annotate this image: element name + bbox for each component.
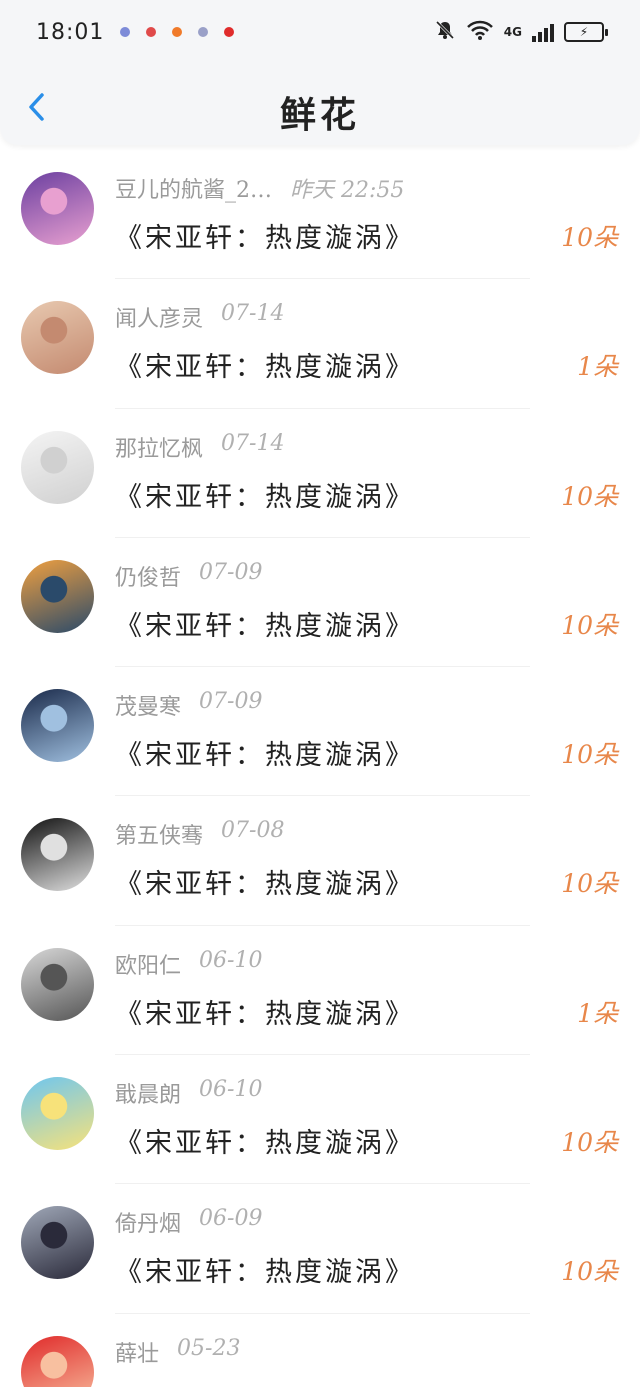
flower-count: 10朵 xyxy=(561,1128,618,1158)
user-name: 那拉忆枫 xyxy=(115,436,204,462)
user-name: 闻人彦灵 xyxy=(115,307,204,333)
flower-count: 10朵 xyxy=(561,869,618,899)
item-meta: 豆儿的航酱_2… 昨天 22:55 xyxy=(115,172,404,204)
flower-count: 10朵 xyxy=(561,481,618,511)
status-time: 18:01 xyxy=(36,19,105,45)
book-title: 《宋亚轩：热度漩涡》 xyxy=(115,1128,415,1160)
user-name: 仍俊哲 xyxy=(115,565,182,591)
flower-list: 豆儿的航酱_2… 昨天 22:55 《宋亚轩：热度漩涡》 10朵 闻人彦灵 07… xyxy=(0,150,640,1387)
book-title: 《宋亚轩：热度漩涡》 xyxy=(115,998,415,1030)
wifi-icon xyxy=(466,19,494,45)
status-bar: 18:01 4G ⚡ xyxy=(0,0,640,64)
avatar[interactable] xyxy=(21,559,94,633)
user-name: 倚丹烟 xyxy=(115,1212,182,1238)
flower-count: 10朵 xyxy=(561,223,618,252)
avatar[interactable] xyxy=(21,1077,94,1151)
page-title: 鲜花 xyxy=(279,94,360,136)
avatar[interactable] xyxy=(21,689,94,763)
notification-app-icon xyxy=(172,27,183,37)
list-item[interactable]: 茂曼寒 07-09 《宋亚轩：热度漩涡》 10朵 xyxy=(0,667,640,797)
flower-count: 10朵 xyxy=(561,610,618,640)
list-item[interactable]: 薛壮 05-23 《宋亚轩：热度漩涡》 10朵 xyxy=(0,1314,640,1387)
list-item[interactable]: 豆儿的航酱_2… 昨天 22:55 《宋亚轩：热度漩涡》 10朵 xyxy=(0,150,640,280)
user-name: 第五侠骞 xyxy=(115,824,204,850)
book-title: 《宋亚轩：热度漩涡》 xyxy=(115,740,415,772)
avatar[interactable] xyxy=(21,1335,94,1387)
battery-icon: ⚡ xyxy=(564,22,608,42)
notification-icons xyxy=(120,27,235,37)
book-title: 《宋亚轩：热度漩涡》 xyxy=(115,1257,415,1289)
avatar[interactable] xyxy=(21,947,94,1021)
item-meta: 闻人彦灵 07-14 xyxy=(115,301,284,333)
flower-count: 10朵 xyxy=(561,740,618,770)
user-name: 欧阳仁 xyxy=(115,953,182,979)
item-date: 07-09 xyxy=(199,689,263,715)
item-meta: 戢晨朗 06-10 xyxy=(115,1077,262,1109)
network-type: 4G xyxy=(503,25,522,39)
item-date: 07-08 xyxy=(221,818,285,844)
book-title: 《宋亚轩：热度漩涡》 xyxy=(115,869,415,901)
notification-app-icon xyxy=(120,27,131,37)
item-meta: 第五侠骞 07-08 xyxy=(115,818,284,850)
item-meta: 茂曼寒 07-09 xyxy=(115,689,262,721)
item-date: 06-10 xyxy=(199,947,263,973)
flower-count: 1朵 xyxy=(577,998,618,1028)
flower-count: 10朵 xyxy=(561,1257,618,1287)
book-title: 《宋亚轩：热度漩涡》 xyxy=(115,1380,415,1387)
list-item[interactable]: 仍俊哲 07-09 《宋亚轩：热度漩涡》 10朵 xyxy=(0,538,640,668)
notification-app-icon xyxy=(224,27,235,37)
item-date: 昨天 22:55 xyxy=(290,178,405,203)
book-title: 《宋亚轩：热度漩涡》 xyxy=(115,610,415,642)
list-item[interactable]: 欧阳仁 06-10 《宋亚轩：热度漩涡》 1朵 xyxy=(0,926,640,1056)
status-icons: 4G ⚡ xyxy=(434,19,608,45)
list-item[interactable]: 第五侠骞 07-08 《宋亚轩：热度漩涡》 10朵 xyxy=(0,796,640,926)
flower-count: 10朵 xyxy=(561,1382,618,1387)
user-name: 茂曼寒 xyxy=(115,695,182,721)
avatar[interactable] xyxy=(21,430,94,504)
item-date: 07-14 xyxy=(221,301,285,327)
signal-icon xyxy=(532,22,554,42)
list-item[interactable]: 戢晨朗 06-10 《宋亚轩：热度漩涡》 10朵 xyxy=(0,1055,640,1185)
item-date: 06-10 xyxy=(199,1077,263,1103)
list-item[interactable]: 闻人彦灵 07-14 《宋亚轩：热度漩涡》 1朵 xyxy=(0,279,640,409)
avatar[interactable] xyxy=(21,818,94,892)
item-meta: 欧阳仁 06-10 xyxy=(115,948,262,980)
avatar[interactable] xyxy=(21,301,94,375)
nav-header: 鲜花 xyxy=(0,64,640,144)
list-item[interactable]: 那拉忆枫 07-14 《宋亚轩：热度漩涡》 10朵 xyxy=(0,409,640,538)
notification-app-icon xyxy=(198,27,209,37)
book-title: 《宋亚轩：热度漩涡》 xyxy=(115,481,415,513)
user-name: 戢晨朗 xyxy=(115,1083,182,1109)
item-meta: 倚丹烟 06-09 xyxy=(115,1206,262,1238)
item-meta: 仍俊哲 07-09 xyxy=(115,560,262,592)
book-title: 《宋亚轩：热度漩涡》 xyxy=(115,223,415,254)
top-bar: 18:01 4G ⚡ 鲜花 xyxy=(0,0,640,145)
notification-app-icon xyxy=(146,27,157,37)
avatar[interactable] xyxy=(21,1206,94,1280)
book-title: 《宋亚轩：热度漩涡》 xyxy=(115,352,415,384)
user-name: 薛壮 xyxy=(115,1341,160,1367)
item-meta: 薛壮 05-23 xyxy=(115,1336,240,1368)
user-name: 豆儿的航酱_2… xyxy=(115,178,272,203)
flower-count: 1朵 xyxy=(577,352,618,382)
list-item[interactable]: 倚丹烟 06-09 《宋亚轩：热度漩涡》 10朵 xyxy=(0,1184,640,1314)
item-date: 06-09 xyxy=(199,1206,263,1232)
item-meta: 那拉忆枫 07-14 xyxy=(115,431,284,463)
avatar[interactable] xyxy=(21,172,94,245)
item-date: 07-14 xyxy=(221,430,285,456)
mute-bell-icon xyxy=(434,19,456,45)
item-date: 07-09 xyxy=(199,559,263,585)
item-date: 05-23 xyxy=(177,1335,241,1361)
